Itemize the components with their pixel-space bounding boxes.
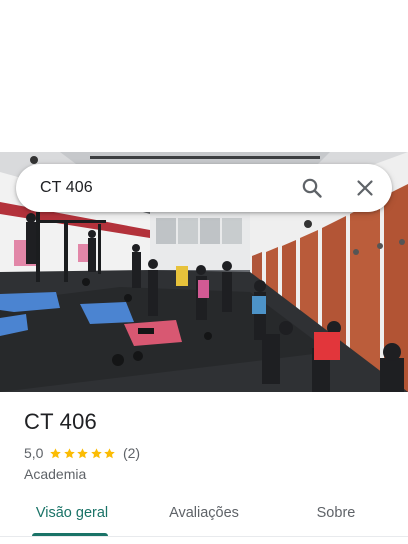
tabs-divider bbox=[0, 536, 408, 537]
map-background bbox=[0, 0, 408, 152]
place-category: Academia bbox=[24, 466, 87, 482]
place-title: CT 406 bbox=[24, 409, 97, 434]
tab-overview[interactable]: Visão geral bbox=[24, 496, 120, 536]
review-count[interactable]: (2) bbox=[123, 445, 140, 461]
star-icon bbox=[64, 447, 75, 458]
rating-row[interactable]: 5,0 (2) bbox=[24, 444, 140, 462]
star-icon bbox=[77, 447, 89, 458]
search-bar[interactable]: CT 406 bbox=[16, 164, 392, 212]
search-input[interactable]: CT 406 bbox=[40, 164, 93, 212]
search-icon[interactable] bbox=[300, 176, 324, 200]
tab-reviews[interactable]: Avaliações bbox=[156, 496, 252, 536]
tab-about[interactable]: Sobre bbox=[300, 496, 372, 536]
rating-value: 5,0 bbox=[24, 445, 44, 461]
star-icon bbox=[91, 447, 102, 458]
close-icon[interactable] bbox=[353, 176, 377, 200]
star-icon bbox=[50, 447, 62, 458]
star-icon bbox=[104, 447, 116, 458]
place-tabs: Visão geral Avaliações Sobre bbox=[0, 496, 408, 544]
star-rating bbox=[49, 447, 117, 460]
